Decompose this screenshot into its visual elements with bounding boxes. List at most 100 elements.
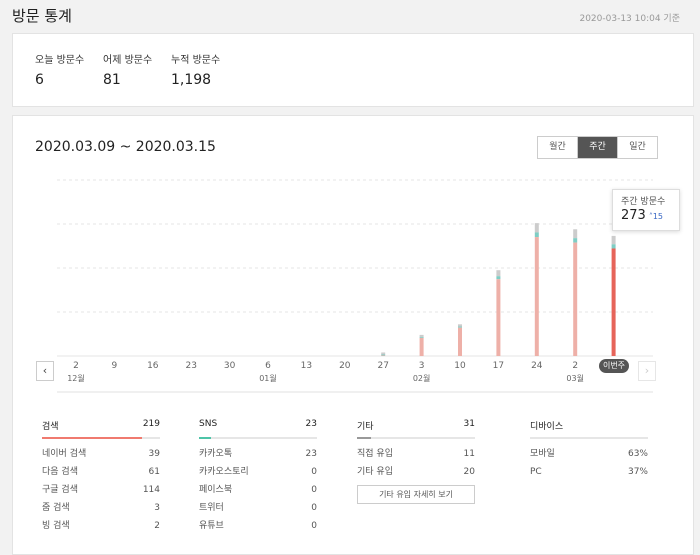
bar-segment-sns[interactable] bbox=[611, 244, 616, 249]
bar-segment-total[interactable] bbox=[419, 334, 424, 337]
bar-segment-search[interactable] bbox=[496, 279, 501, 356]
chart-prev-button[interactable]: ‹ bbox=[36, 361, 54, 381]
device-row-label: PC bbox=[530, 467, 542, 477]
bar-segment-total[interactable] bbox=[381, 352, 386, 355]
x-tick-label: 17 bbox=[493, 361, 504, 371]
x-tick-label: 13 bbox=[301, 361, 312, 371]
other-row-value: 20 bbox=[463, 467, 475, 477]
page-title: 방문 통계 bbox=[12, 7, 72, 25]
bar-segment-total[interactable] bbox=[573, 229, 578, 239]
bar-segment-sns[interactable] bbox=[419, 336, 424, 338]
search-row-value: 3 bbox=[154, 503, 160, 513]
bar-segment-sns[interactable] bbox=[381, 354, 386, 356]
bar-segment-total[interactable] bbox=[458, 324, 462, 327]
other-detail-button[interactable]: 기타 유입 자세히 보기 bbox=[357, 485, 475, 504]
device-list: 모바일 63% PC 37% bbox=[530, 445, 648, 481]
search-row: 다음 검색 61 bbox=[42, 463, 160, 481]
sns-title: SNS bbox=[199, 419, 218, 429]
sns-section: SNS 23 카카오톡 23 카카오스토리 0 페이스북 0 트위터 0 유튜브 0 bbox=[199, 419, 317, 535]
search-row-label: 구글 검색 bbox=[42, 485, 78, 495]
other-row: 기타 유입 20 bbox=[357, 463, 475, 481]
search-row-label: 빙 검색 bbox=[42, 521, 70, 531]
sns-row-value: 0 bbox=[311, 485, 317, 495]
other-row-value: 11 bbox=[463, 449, 475, 459]
chart-next-button[interactable]: › bbox=[638, 361, 656, 381]
sns-row: 카카오스토리 0 bbox=[199, 463, 317, 481]
stat-total-label: 누적 방문수 bbox=[171, 55, 221, 66]
search-list: 네이버 검색 39 다음 검색 61 구글 검색 114 줌 검색 3 빙 검색 2 bbox=[42, 445, 160, 535]
bar-segment-search[interactable] bbox=[534, 237, 539, 356]
stat-total: 누적 방문수 1,198 bbox=[171, 51, 220, 88]
current-week-badge[interactable]: 이번주 bbox=[599, 359, 629, 373]
device-row: PC 37% bbox=[530, 463, 648, 481]
sns-row-value: 0 bbox=[311, 521, 317, 531]
bar-segment-total[interactable] bbox=[611, 235, 616, 245]
bar-segment-search[interactable] bbox=[381, 355, 386, 356]
x-tick-label: 24 bbox=[531, 361, 543, 371]
search-row-label: 줌 검색 bbox=[42, 503, 70, 513]
x-tick-label: 23 bbox=[185, 361, 196, 371]
sns-row: 유튜브 0 bbox=[199, 517, 317, 535]
other-row-label: 기타 유입 bbox=[357, 467, 393, 477]
x-tick-label: 16 bbox=[147, 361, 159, 371]
x-tick-label: 10 bbox=[454, 361, 466, 371]
search-row: 구글 검색 114 bbox=[42, 481, 160, 499]
other-share-bar bbox=[357, 437, 371, 439]
sns-row-value: 0 bbox=[311, 503, 317, 513]
bar-segment-total[interactable] bbox=[496, 270, 501, 277]
x-tick-label: 3 bbox=[419, 361, 425, 371]
bar-segment-sns[interactable] bbox=[534, 232, 539, 238]
bar-segment-sns[interactable] bbox=[573, 238, 578, 243]
sns-total: 23 bbox=[305, 419, 317, 429]
bar-segment-search[interactable] bbox=[611, 248, 616, 356]
stat-today: 오늘 방문수 6 bbox=[35, 51, 84, 88]
stat-yesterday-label: 어제 방문수 bbox=[103, 55, 153, 66]
month-label: 12월 bbox=[67, 373, 85, 383]
tooltip-value: 273 bbox=[621, 208, 646, 223]
timestamp: 2020-03-13 10:04 기준 bbox=[579, 14, 680, 24]
other-row-label: 직접 유입 bbox=[357, 449, 393, 459]
x-tick-label: 30 bbox=[224, 361, 236, 371]
search-row: 빙 검색 2 bbox=[42, 517, 160, 535]
device-row-value: 63% bbox=[627, 449, 648, 459]
stat-total-value: 1,198 bbox=[171, 72, 212, 88]
x-tick-label: 27 bbox=[377, 361, 388, 371]
bar-segment-search[interactable] bbox=[419, 337, 424, 356]
stat-today-value: 6 bbox=[35, 72, 44, 88]
device-title: 디바이스 bbox=[530, 422, 564, 432]
x-tick-label: 2 bbox=[572, 361, 578, 371]
tooltip-label: 주간 방문수 bbox=[621, 197, 666, 207]
chart-tooltip: 주간 방문수 273 ˄15 bbox=[612, 189, 680, 231]
x-tick-label: 20 bbox=[339, 361, 351, 371]
bar-segment-sns[interactable] bbox=[458, 326, 462, 328]
search-row-value: 114 bbox=[142, 485, 160, 495]
bar-segment-search[interactable] bbox=[573, 242, 578, 356]
bar-segment-sns[interactable] bbox=[496, 276, 501, 280]
x-tick-label: 9 bbox=[112, 361, 118, 371]
bar-segment-total[interactable] bbox=[534, 223, 539, 233]
sns-row: 페이스북 0 bbox=[199, 481, 317, 499]
sns-row-label: 트위터 bbox=[199, 503, 224, 513]
month-label: 01월 bbox=[259, 373, 277, 383]
search-row-label: 네이버 검색 bbox=[42, 449, 87, 459]
other-list: 직접 유입 11 기타 유입 20 bbox=[357, 445, 475, 481]
search-row-value: 2 bbox=[154, 521, 160, 531]
sns-row-label: 유튜브 bbox=[199, 521, 224, 531]
x-tick-label: 2 bbox=[73, 361, 79, 371]
stat-yesterday-value: 81 bbox=[103, 72, 121, 88]
x-tick-label: 6 bbox=[265, 361, 271, 371]
sns-list: 카카오톡 23 카카오스토리 0 페이스북 0 트위터 0 유튜브 0 bbox=[199, 445, 317, 535]
weekly-visits-chart: 2 9 16 23 30 6 13 20 27 3 10 17 24 212월 01월 02월 03월 bbox=[57, 179, 653, 393]
chevron-left-icon: ‹ bbox=[42, 364, 48, 377]
month-label: 03월 bbox=[566, 373, 584, 383]
visit-chart-card: 2020.03.09 ~ 2020.03.15 월간 주간 일간 2 9 16 23 3… bbox=[12, 115, 694, 555]
search-section: 검색 219 네이버 검색 39 다음 검색 61 구글 검색 114 줌 검색 3 빙 검색 2 bbox=[42, 419, 160, 535]
month-label: 02월 bbox=[413, 373, 431, 383]
sns-row-label: 카카오스토리 bbox=[199, 467, 249, 477]
stat-today-label: 오늘 방문수 bbox=[35, 55, 85, 66]
search-row: 네이버 검색 39 bbox=[42, 445, 160, 463]
sns-row: 카카오톡 23 bbox=[199, 445, 317, 463]
sns-row: 트위터 0 bbox=[199, 499, 317, 517]
search-row-value: 61 bbox=[148, 467, 160, 477]
bar-segment-search[interactable] bbox=[458, 327, 462, 356]
